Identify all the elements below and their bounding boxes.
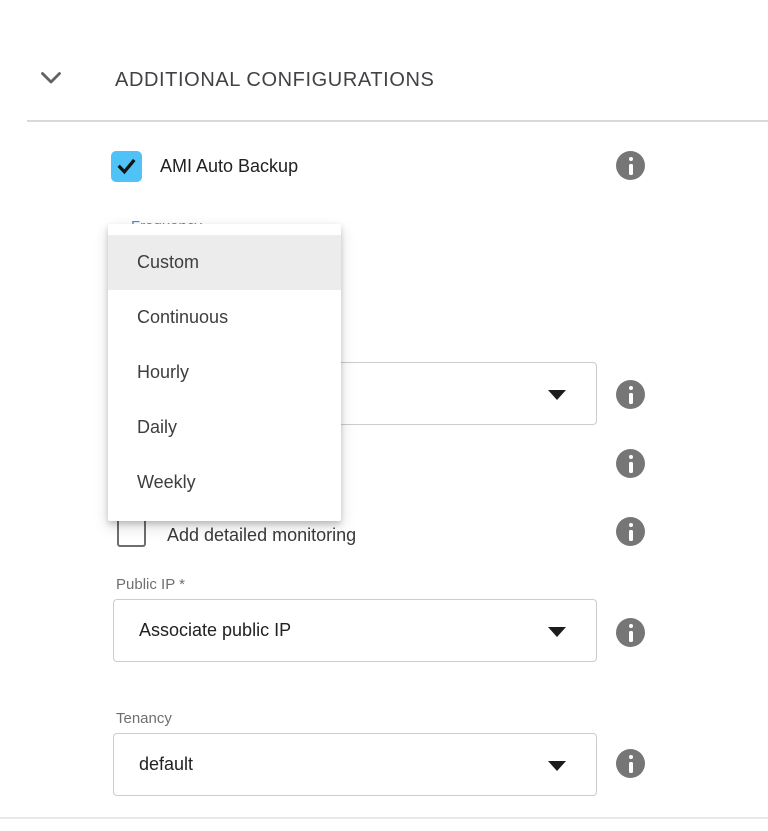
info-icon[interactable]: [616, 517, 645, 546]
additional-configurations-panel: ADDITIONAL CONFIGURATIONS AMI Auto Backu…: [0, 0, 768, 831]
public-ip-label: Public IP *: [116, 576, 185, 593]
detailed-monitoring-label: Add detailed monitoring: [167, 525, 356, 546]
chevron-down-icon[interactable]: [40, 71, 62, 85]
public-ip-value: Associate public IP: [139, 620, 291, 641]
info-icon[interactable]: [616, 749, 645, 778]
info-icon[interactable]: [616, 449, 645, 478]
dropdown-option-daily[interactable]: Daily: [108, 400, 341, 455]
caret-down-icon: [548, 390, 566, 400]
public-ip-select[interactable]: Associate public IP: [113, 599, 597, 662]
dropdown-option-continuous[interactable]: Continuous: [108, 290, 341, 345]
dropdown-option-hourly[interactable]: Hourly: [108, 345, 341, 400]
section-title: ADDITIONAL CONFIGURATIONS: [115, 69, 434, 92]
tenancy-value: default: [139, 754, 193, 775]
caret-down-icon: [548, 761, 566, 771]
tenancy-select[interactable]: default: [113, 733, 597, 796]
caret-down-icon: [548, 627, 566, 637]
info-icon[interactable]: [616, 618, 645, 647]
ami-auto-backup-checkbox[interactable]: [111, 151, 142, 182]
info-icon[interactable]: [616, 151, 645, 180]
detailed-monitoring-checkbox[interactable]: [117, 518, 146, 547]
dropdown-option-custom[interactable]: Custom: [108, 235, 341, 290]
tenancy-label: Tenancy: [116, 710, 172, 727]
frequency-dropdown-menu: Custom Continuous Hourly Daily Weekly: [108, 224, 341, 521]
check-icon: [115, 155, 138, 178]
divider: [27, 120, 768, 122]
info-icon[interactable]: [616, 380, 645, 409]
divider: [0, 817, 768, 819]
ami-auto-backup-label: AMI Auto Backup: [160, 156, 298, 177]
dropdown-option-weekly[interactable]: Weekly: [108, 455, 341, 510]
